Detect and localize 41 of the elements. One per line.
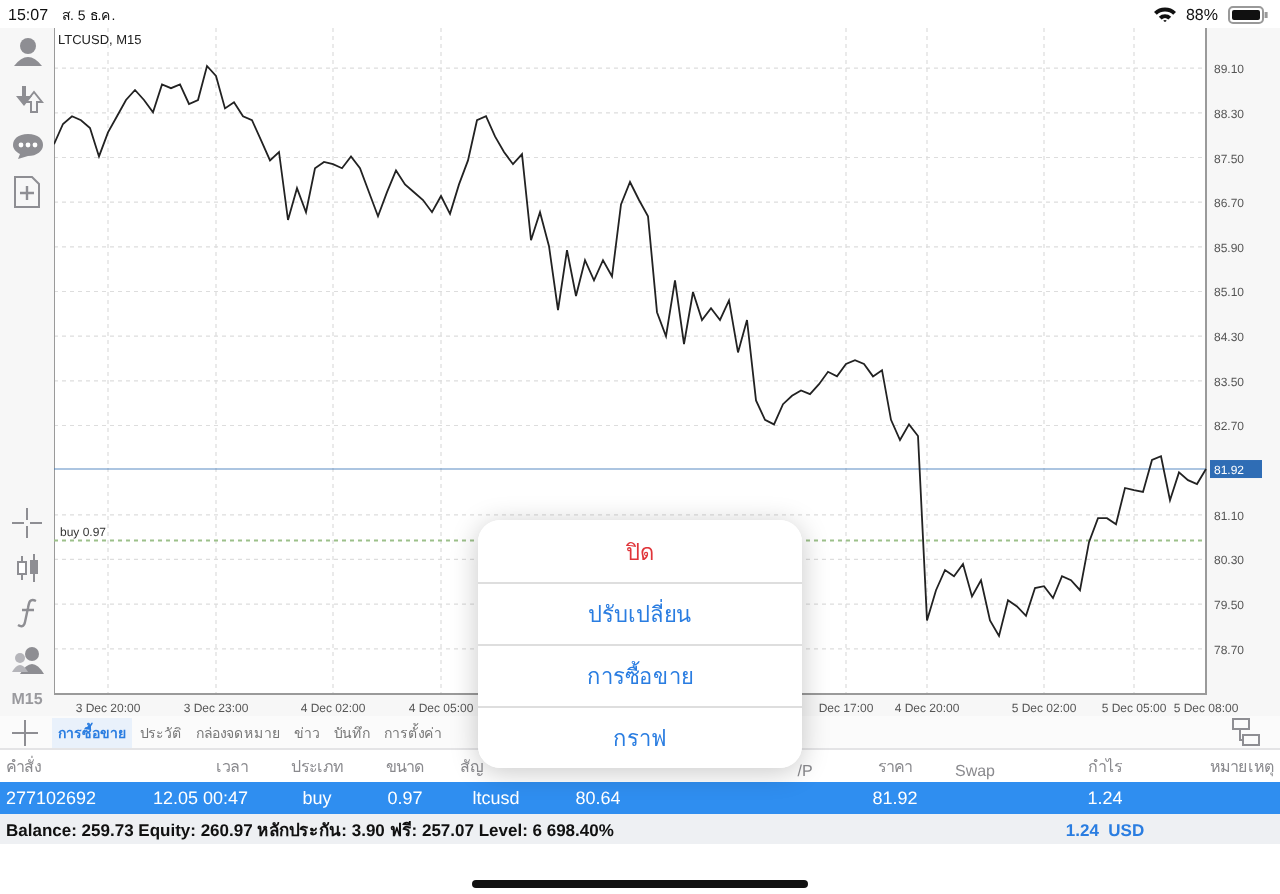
- column-header[interactable]: คำสั่ง: [6, 758, 42, 776]
- column-header[interactable]: กำไร: [1088, 758, 1122, 776]
- people-icon[interactable]: [11, 644, 43, 674]
- table-cell: 81.92: [872, 788, 918, 808]
- arrows-icon[interactable]: [11, 84, 43, 116]
- column-header[interactable]: /P: [797, 762, 813, 780]
- crosshair-icon[interactable]: [12, 508, 42, 538]
- menu-item[interactable]: ปรับเปลี่ยน: [478, 582, 802, 644]
- battery-percent: 88%: [1185, 5, 1218, 23]
- chat-icon[interactable]: [11, 132, 43, 160]
- table-cell: 80.64: [575, 788, 621, 808]
- add-icon[interactable]: [12, 719, 38, 745]
- table-cell: 1.24: [1087, 788, 1123, 808]
- menu-item[interactable]: ปิด: [478, 520, 802, 582]
- table-cell: 0.97: [387, 788, 423, 808]
- table-cell: 12.05 00:47: [152, 788, 248, 808]
- account-summary: Balance: 259.73 Equity: 260.97 หลักประกัน: 3.90 ฟรี: 257.07 Level: 6 698.40%: [4, 817, 616, 843]
- column-header[interactable]: ประเภท: [291, 758, 343, 776]
- new-document-icon[interactable]: [14, 176, 40, 208]
- total-profit: 1.24 USD: [1065, 819, 1145, 839]
- wifi-icon: [1153, 6, 1176, 22]
- menu-item[interactable]: กราฟ: [478, 706, 802, 768]
- column-header[interactable]: เวลา: [216, 758, 248, 776]
- column-header[interactable]: สัญ: [460, 758, 484, 776]
- column-header[interactable]: ราคา: [878, 758, 912, 776]
- layout-icon[interactable]: [1232, 718, 1260, 746]
- status-time: 15:07: [8, 5, 49, 23]
- battery-icon: [1228, 5, 1268, 23]
- table-cell: ltcusd: [472, 788, 520, 808]
- column-header[interactable]: ขนาด: [386, 758, 424, 776]
- candlestick-icon[interactable]: [13, 554, 41, 582]
- menu-item[interactable]: การซื้อขาย: [478, 644, 802, 706]
- table-cell: buy: [302, 788, 332, 808]
- column-header[interactable]: หมายเหตุ: [1210, 758, 1274, 776]
- timeframe-label[interactable]: M15: [11, 690, 43, 708]
- function-icon[interactable]: [15, 598, 39, 628]
- table-cell: 277102692: [6, 788, 97, 808]
- person-icon[interactable]: [11, 36, 43, 68]
- column-header[interactable]: Swap: [954, 762, 995, 780]
- price-tag: [1210, 460, 1262, 478]
- table-row[interactable]: 277102692 12.05 00:47 buy 0.97 ltcusd 80.64 81.92 1.24: [0, 782, 1280, 814]
